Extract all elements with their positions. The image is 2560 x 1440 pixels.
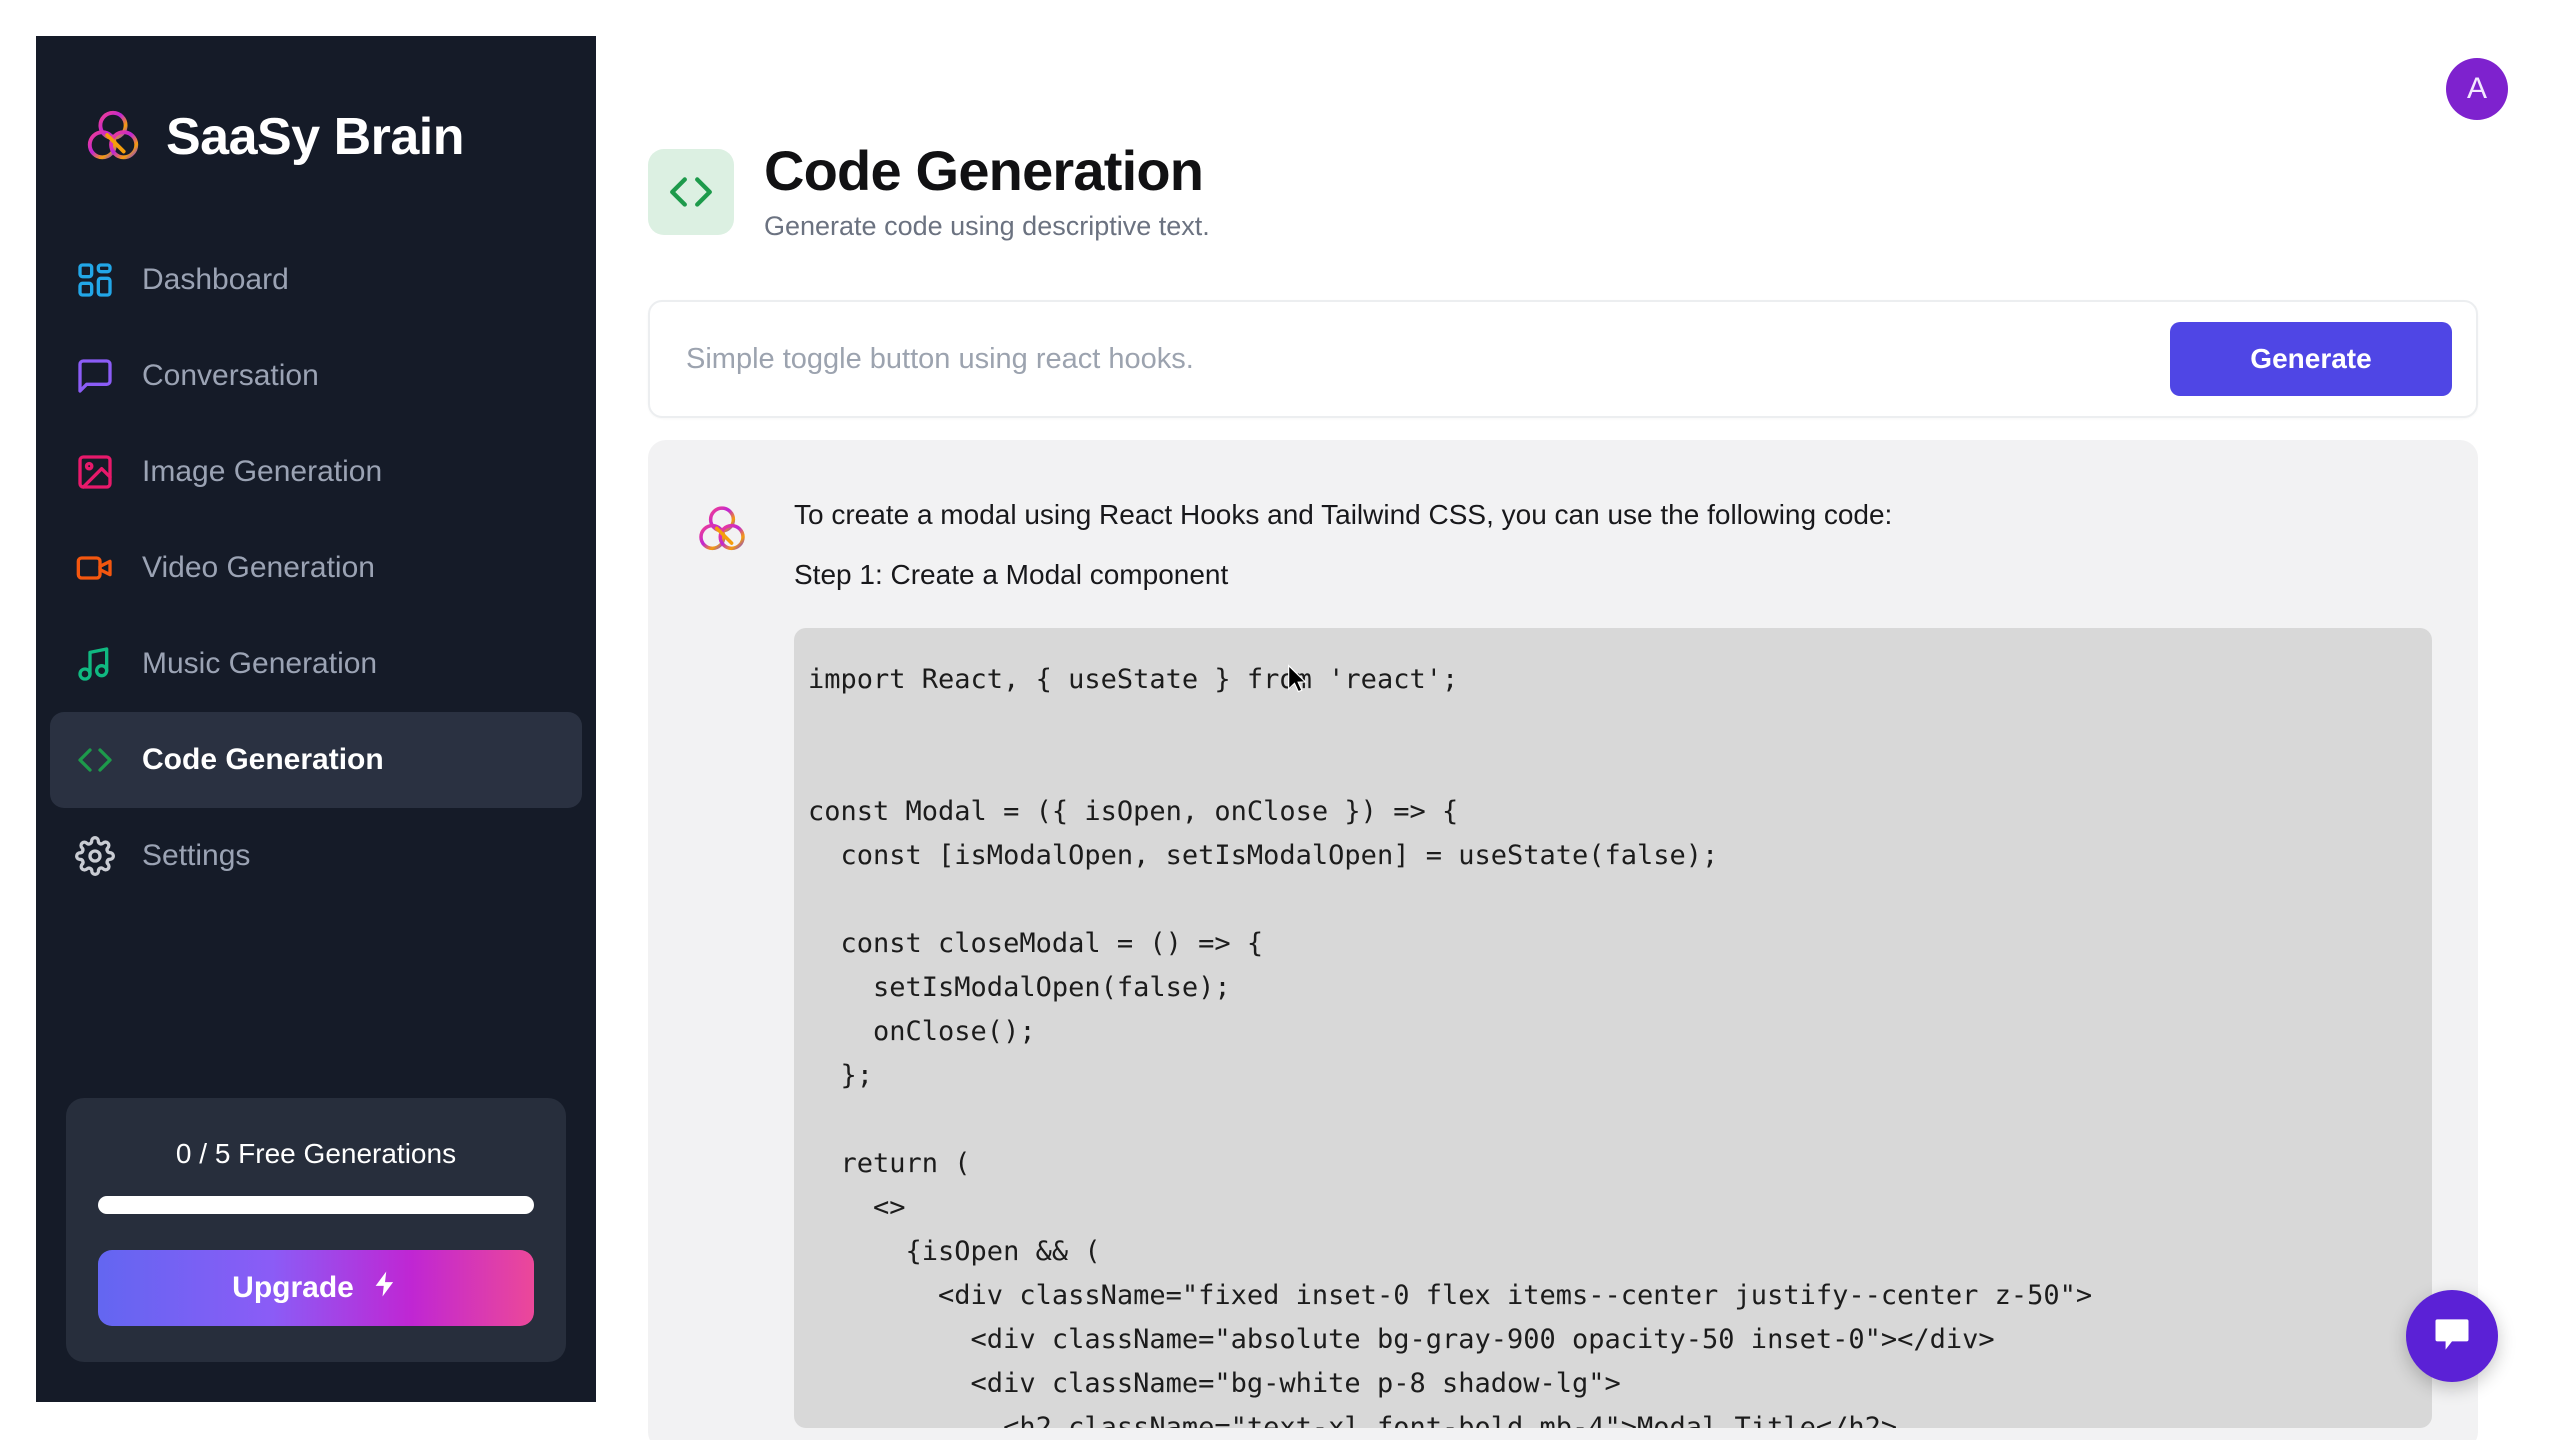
free-generations-label: 0 / 5 Free Generations (175, 1138, 457, 1169)
main-content: A Code Generation Generate code using de… (596, 0, 2560, 1440)
lightning-bolt-icon (370, 1269, 400, 1307)
chat-widget-button[interactable] (2406, 1290, 2498, 1382)
code-text: import React, { useState } from 'react';… (808, 663, 2093, 1428)
message-square-icon (74, 355, 116, 397)
code-block: import React, { useState } from 'react';… (794, 627, 2432, 1428)
progress-fill (98, 1196, 534, 1214)
sidebar-nav: Dashboard Conversation Image Generation … (36, 232, 596, 904)
layout-grid-icon (74, 259, 116, 301)
free-generations-progress (98, 1196, 534, 1214)
video-icon (74, 547, 116, 589)
avatar[interactable]: A (2446, 58, 2508, 120)
prompt-input[interactable] (650, 342, 2170, 376)
sidebar-item-music-generation[interactable]: Music Generation (50, 616, 582, 712)
chat-bubble-icon (2430, 1312, 2474, 1361)
response-intro-line: To create a modal using React Hooks and … (794, 499, 1893, 530)
avatar-letter: A (2466, 72, 2487, 105)
trefoil-logo-icon (82, 106, 144, 168)
response-card: To create a modal using React Hooks and … (648, 440, 2478, 1440)
response-step-line: Step 1: Create a Modal component (794, 558, 1229, 590)
sidebar-item-settings[interactable]: Settings (50, 808, 582, 904)
image-icon (74, 451, 116, 493)
page-header: Code Generation Generate code using desc… (596, 0, 2560, 242)
sidebar-item-label: Dashboard (142, 263, 289, 296)
app-root: SaaSy Brain Dashboard Conversation Image… (0, 0, 2560, 1440)
sidebar-item-video-generation[interactable]: Video Generation (50, 520, 582, 616)
page-subtitle: Generate code using descriptive text. (764, 210, 1210, 241)
prompt-bar: Generate (648, 300, 2478, 418)
gear-icon (74, 835, 116, 877)
trefoil-logo-icon (694, 502, 750, 558)
mouse-cursor-icon (1286, 664, 1308, 694)
sidebar-item-dashboard[interactable]: Dashboard (50, 232, 582, 328)
sidebar-item-conversation[interactable]: Conversation (50, 328, 582, 424)
sidebar-item-label: Video Generation (142, 551, 375, 584)
sidebar: SaaSy Brain Dashboard Conversation Image… (36, 36, 596, 1402)
response-body: To create a modal using React Hooks and … (794, 496, 2432, 1440)
code-brackets-icon (648, 148, 734, 235)
page-title: Code Generation (764, 139, 1204, 202)
sidebar-item-label: Music Generation (142, 647, 378, 680)
sidebar-item-label: Conversation (142, 359, 319, 392)
sidebar-item-image-generation[interactable]: Image Generation (50, 424, 582, 520)
sidebar-item-label: Settings (142, 839, 251, 872)
upgrade-card: 0 / 5 Free Generations Upgrade (66, 1098, 566, 1362)
brand: SaaSy Brain (36, 36, 596, 186)
sidebar-item-label: Image Generation (142, 455, 383, 488)
sidebar-item-label: Code Generation (142, 743, 384, 776)
upgrade-button[interactable]: Upgrade (98, 1250, 534, 1326)
sidebar-item-code-generation[interactable]: Code Generation (50, 712, 582, 808)
generate-button[interactable]: Generate (2170, 322, 2452, 396)
music-notes-icon (74, 643, 116, 685)
code-brackets-icon (74, 739, 116, 781)
upgrade-button-label: Upgrade (232, 1271, 354, 1304)
brand-title: SaaSy Brain (166, 108, 465, 166)
